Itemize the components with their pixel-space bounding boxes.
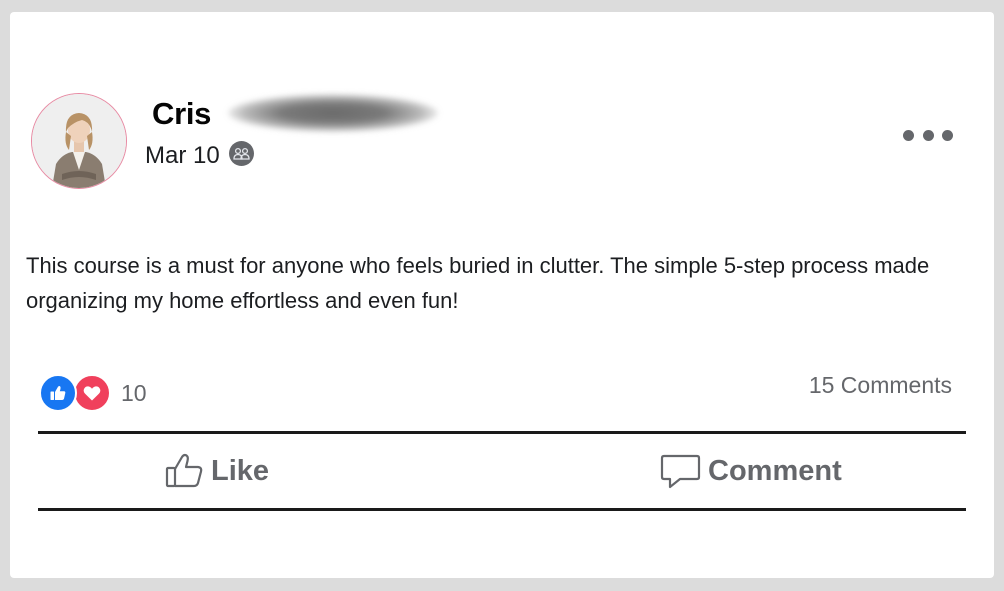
divider xyxy=(38,431,966,434)
author-avatar[interactable] xyxy=(31,93,127,189)
divider xyxy=(38,508,966,511)
comment-button[interactable]: Comment xyxy=(660,449,842,493)
thumbs-up-icon xyxy=(165,453,203,488)
more-dot-icon xyxy=(903,129,914,141)
reaction-count: 10 xyxy=(121,379,147,406)
more-dot-icon xyxy=(922,129,934,141)
like-button[interactable]: Like xyxy=(165,449,269,493)
comments-count-link[interactable]: 15 Comments xyxy=(809,372,952,399)
love-reaction-icon xyxy=(73,374,111,412)
post-date[interactable]: Mar 10 xyxy=(145,142,220,170)
comment-button-label: Comment xyxy=(708,454,842,487)
like-button-label: Like xyxy=(211,454,270,487)
more-dot-icon xyxy=(942,129,953,141)
post-card: Cris Mar 10 This course is a must for an… xyxy=(10,12,994,578)
post-text: This course is a must for anyone who fee… xyxy=(26,253,930,313)
comment-bubble-icon xyxy=(660,454,701,489)
like-reaction-icon xyxy=(39,374,77,412)
author-name[interactable]: Cris xyxy=(152,96,211,132)
friends-icon[interactable] xyxy=(229,141,254,166)
more-options-button[interactable] xyxy=(903,125,953,145)
redacted-surname xyxy=(228,94,438,132)
author-photo xyxy=(32,94,126,188)
reactions-summary[interactable]: 10 xyxy=(39,373,147,413)
